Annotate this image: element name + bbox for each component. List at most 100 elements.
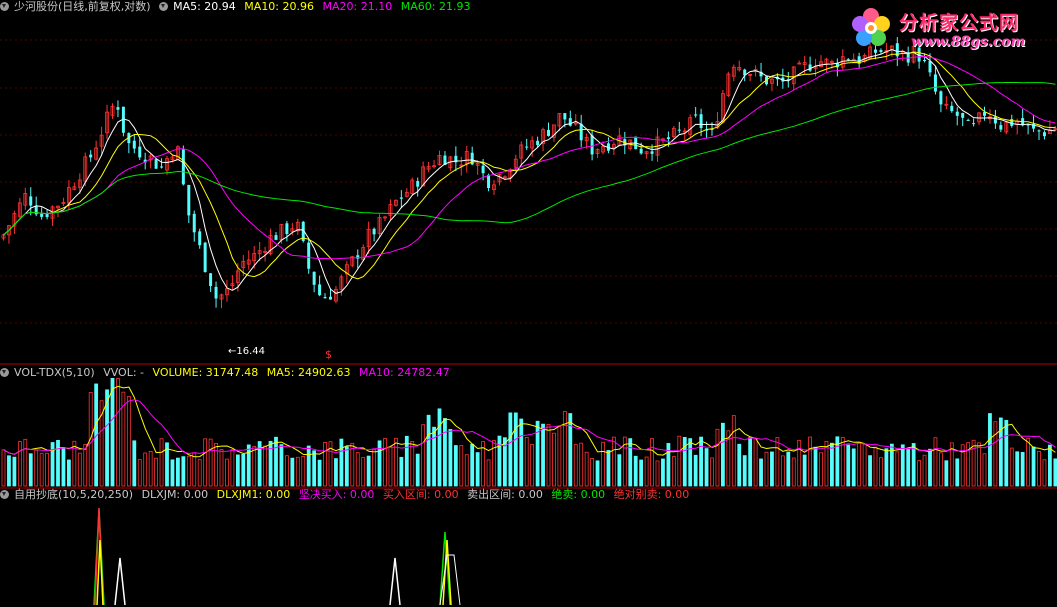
volume-bar (301, 456, 306, 487)
volume-bar (317, 459, 322, 487)
volume-bar (1, 449, 6, 487)
volume-readout: VOLUME: 31747.48 (152, 366, 259, 379)
volume-bar (486, 459, 491, 487)
candle-down (699, 114, 703, 129)
dlxjm-readout: DLXJM: 0.00 (141, 488, 209, 501)
volume-bar (677, 435, 682, 487)
volume-bar (590, 458, 594, 487)
indicator-panel-header: 自用抄底(10,5,20,250) DLXJM: 0.00 DLXJM1: 0.… (0, 488, 694, 502)
volume-bar (443, 418, 447, 487)
logo-title: 分析家公式网 (899, 12, 1020, 34)
candle-down (132, 140, 136, 149)
candle-down (923, 59, 927, 62)
volume-bar (612, 436, 616, 487)
volume-bar (203, 438, 208, 487)
candlesticks[interactable] (1, 36, 1057, 309)
volume-bar (628, 438, 633, 487)
volume-bars[interactable] (1, 378, 1057, 487)
volume-bar (290, 457, 295, 487)
volume-bar (671, 456, 676, 487)
moving-averages (3, 49, 1056, 294)
volume-bar (764, 451, 769, 487)
volume-bar (17, 441, 22, 487)
volume-bar (1009, 447, 1014, 487)
volume-bar (731, 415, 736, 487)
volume-bar (23, 438, 28, 487)
candle-down (372, 228, 376, 235)
volume-bar (334, 458, 338, 487)
volume-bar (699, 436, 703, 487)
candle-down (950, 105, 954, 112)
volume-bar (786, 451, 791, 487)
candle-down (547, 129, 550, 136)
volume-bar (383, 438, 387, 487)
volume-bar (459, 445, 464, 487)
volume-bar (279, 444, 284, 487)
ma-menu-icon[interactable] (159, 2, 169, 11)
volume-bar (982, 453, 987, 487)
volume-bar (263, 445, 268, 487)
volume-bar (753, 437, 758, 487)
volume-bar (241, 453, 246, 487)
candle-down (285, 223, 289, 234)
volume-bar (541, 423, 545, 487)
volume-ma5-readout: MA5: 24902.63 (266, 366, 351, 379)
volume-bar (306, 445, 311, 487)
volume-bar (917, 460, 921, 487)
low-price-marker: ←16.44 (228, 346, 266, 357)
volume-menu-icon[interactable] (0, 368, 9, 377)
volume-bar (791, 457, 796, 487)
volume-bar (1048, 444, 1052, 487)
candle-down (416, 181, 420, 187)
ma10-readout: MA10: 20.96 (244, 0, 315, 13)
volume-bar (748, 437, 753, 487)
volume-bar (295, 456, 300, 487)
volume-moving-averages (3, 385, 1056, 458)
volume-bar (214, 442, 218, 487)
volume-bar (770, 451, 774, 487)
ma5-line (3, 49, 1056, 294)
volume-bar (159, 438, 164, 487)
volume-bar (252, 446, 257, 487)
volume-bar (797, 439, 802, 487)
volume-bar (45, 452, 49, 487)
volume-bar (868, 455, 872, 487)
volume-ma10-line (3, 399, 1056, 455)
volume-bar (274, 436, 278, 487)
panel-menu-icon[interactable] (0, 2, 9, 11)
volume-bar (879, 457, 883, 487)
volume-bar (154, 457, 159, 487)
volume-bar (639, 459, 644, 487)
candle-down (808, 64, 812, 71)
ma5-readout: MA5: 20.94 (173, 0, 236, 13)
volume-bar (143, 452, 148, 487)
chart-canvas[interactable] (0, 0, 1057, 607)
candle-down (846, 59, 850, 61)
main-panel-header: 少河股份(日线,前复权,对数) MA5: 20.94 MA10: 20.96 M… (0, 0, 475, 14)
volume-bar (601, 441, 605, 487)
candle-down (45, 213, 49, 218)
volume-bar (126, 396, 131, 487)
flower-logo-icon (852, 8, 890, 46)
volume-bar (1031, 446, 1036, 487)
volume-bar (922, 454, 927, 487)
candle-down (160, 166, 164, 168)
volume-panel-header: VOL-TDX(5,10) VVOL: - VOLUME: 31747.48 M… (0, 366, 455, 380)
candle-down (329, 296, 332, 300)
jianjue-label: 坚决买入: (298, 488, 347, 501)
volume-bar (366, 455, 371, 487)
volume-bar (197, 459, 202, 487)
volume-bar (900, 444, 905, 487)
volume-indicator-name: VOL-TDX(5,10) (14, 366, 95, 379)
candle-down (579, 123, 583, 141)
candle-down (961, 113, 965, 118)
volume-bar (519, 418, 524, 487)
volume-bar (704, 448, 709, 487)
candle-down (181, 149, 185, 185)
volume-bar (372, 449, 377, 487)
juemai-label: 绝卖: (551, 488, 578, 501)
spike-white (389, 557, 401, 606)
volume-bar (595, 460, 600, 487)
indicator-menu-icon[interactable] (0, 490, 9, 499)
volume-bar (393, 437, 398, 487)
